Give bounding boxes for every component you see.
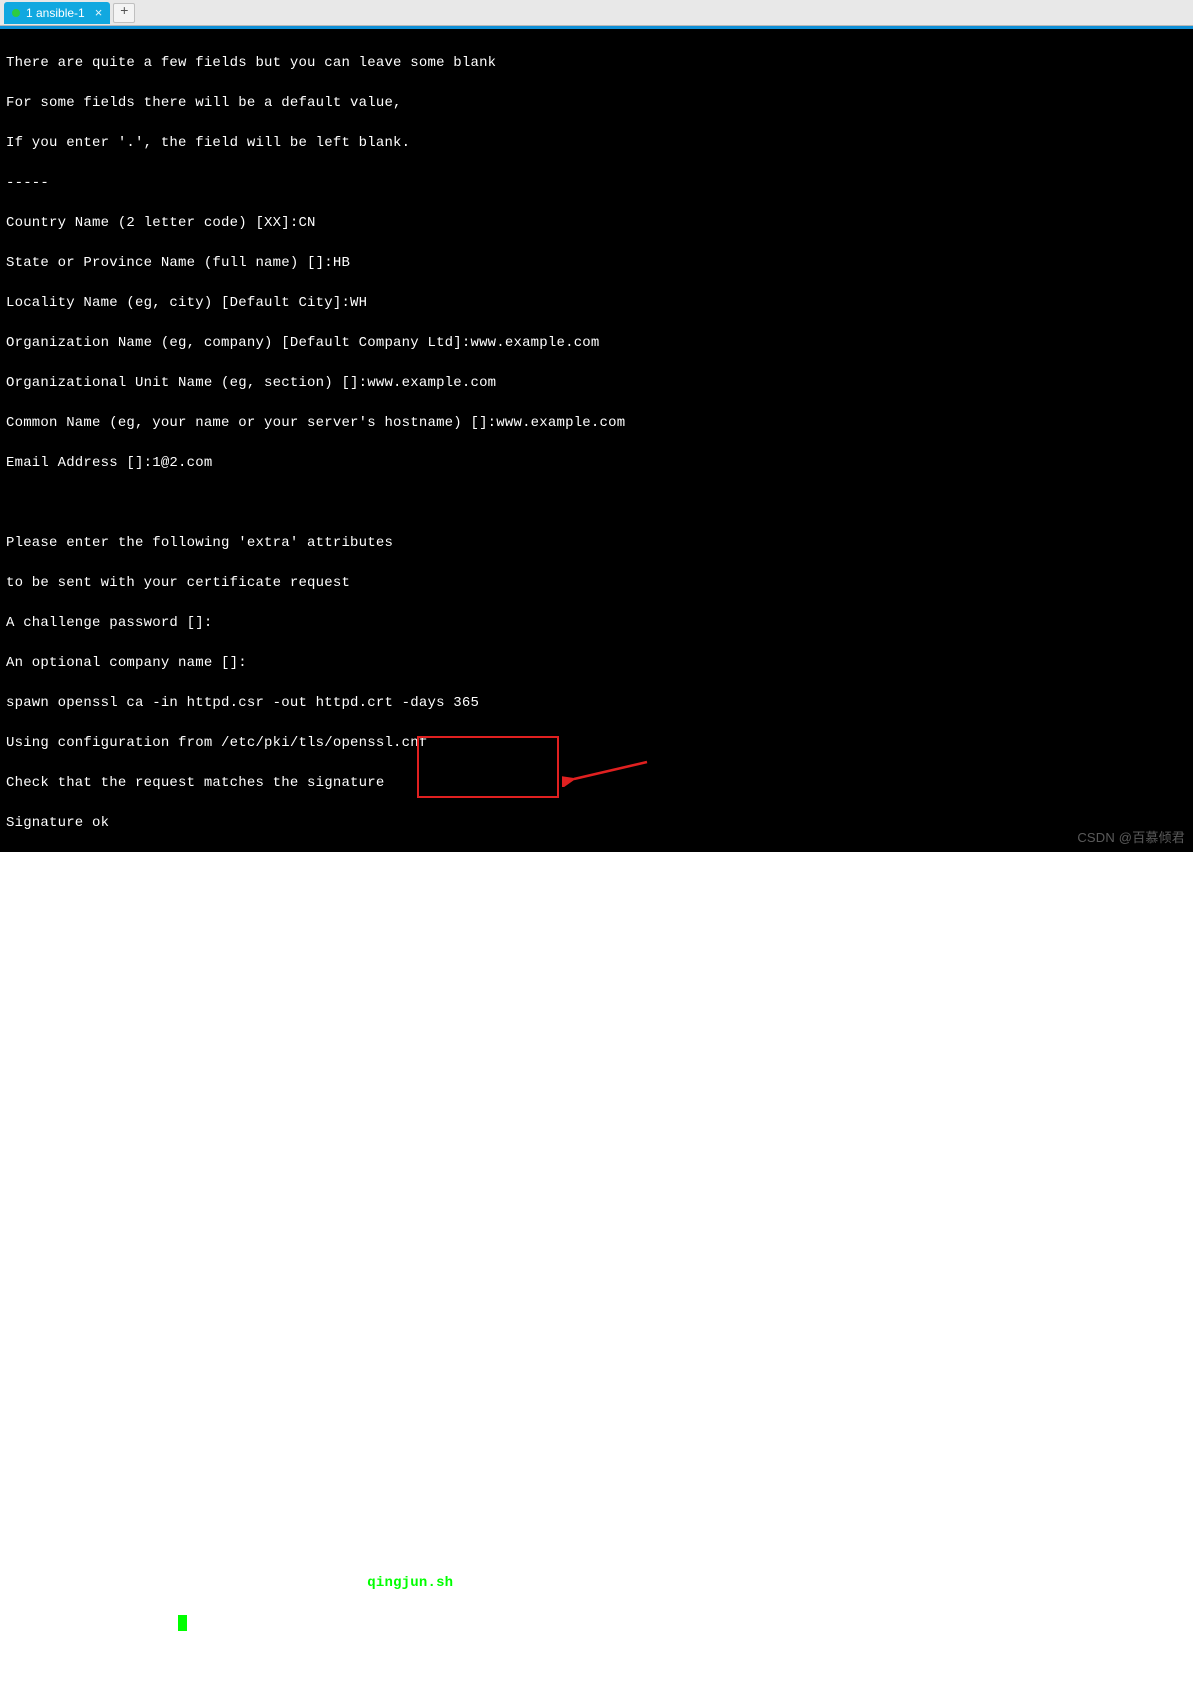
term-line: A challenge password []: bbox=[6, 615, 212, 631]
term-line: [root@localhost ~]# ll bbox=[6, 1335, 195, 1351]
term-line: For some fields there will be a default … bbox=[6, 95, 402, 111]
term-prompt-line: [root@localhost ~]# bbox=[6, 1615, 187, 1631]
term-line: -rw-r--r-- 1 root root 1058 Jun 7 02:32 … bbox=[6, 1495, 445, 1511]
term-line: Signature ok bbox=[6, 815, 109, 831]
term-line: State or Province Name (full name) []:HB bbox=[6, 255, 350, 271]
term-line: to be sent with your certificate request bbox=[6, 575, 350, 591]
term-line: y bbox=[6, 1175, 15, 1191]
term-line: Organization Name (eg, company) [Default… bbox=[6, 335, 600, 351]
watermark: CSDN @百慕倾君 bbox=[1077, 828, 1185, 848]
term-line: Please enter the following 'extra' attri… bbox=[6, 535, 393, 551]
term-line: -rw------- 1 root root 1679 Jun 7 02:32 … bbox=[6, 1535, 445, 1551]
arrow-icon bbox=[562, 757, 652, 787]
term-prompt: [root@localhost ~]# bbox=[6, 1615, 178, 1631]
term-line: -rw-r--r-- 1 root root 0 Jun 7 02:32 htt… bbox=[6, 1455, 445, 1471]
term-line: Subject Name :/C=CN/ST=HB/O=www.example.… bbox=[6, 1135, 892, 1151]
tab-ansible-1[interactable]: 1 ansible-1 × bbox=[4, 2, 110, 24]
add-tab-button[interactable]: + bbox=[113, 3, 135, 23]
executable-file: qingjun.sh bbox=[367, 1575, 453, 1591]
term-line: Serial Number :01 bbox=[6, 1055, 152, 1071]
tab-bar: 1 ansible-1 × + bbox=[0, 0, 1193, 26]
term-line: ----- bbox=[6, 175, 49, 191]
term-line: Type :Valid bbox=[6, 975, 178, 991]
terminal-output[interactable]: There are quite a few fields but you can… bbox=[0, 29, 1193, 852]
term-line: File name :unknown bbox=[6, 1095, 195, 1111]
status-dot-icon bbox=[12, 9, 20, 17]
term-text: -rwxr-xr-x 1 root root 1549 Jun 7 02:10 bbox=[6, 1575, 367, 1591]
term-line: -rwxr-xr-x 1 root root 1549 Jun 7 02:10 … bbox=[6, 1575, 453, 1591]
term-line: Expires on :240605182955Z bbox=[6, 1015, 247, 1031]
term-line: Email Address []:1@2.com bbox=[6, 455, 212, 471]
tab-label: 1 ansible-1 bbox=[26, 6, 85, 20]
term-line: ERROR:Serial number 01 has already been … bbox=[6, 855, 410, 871]
term-line: while executing bbox=[6, 1255, 169, 1271]
cursor-icon bbox=[178, 1615, 187, 1631]
term-line: If you enter '.', the field will be left… bbox=[6, 135, 410, 151]
term-line: expect: spawn id exp6 not open bbox=[6, 1215, 264, 1231]
term-line: Common Name (eg, your name or your serve… bbox=[6, 415, 625, 431]
highlight-box bbox=[417, 736, 559, 798]
term-line: Using configuration from /etc/pki/tls/op… bbox=[6, 735, 427, 751]
term-line: The matching entry has the following det… bbox=[6, 935, 384, 951]
term-line: Country Name (2 letter code) [XX]:CN bbox=[6, 215, 316, 231]
term-line: There are quite a few fields but you can… bbox=[6, 55, 496, 71]
close-icon[interactable]: × bbox=[95, 5, 103, 20]
term-line: check the database/serial_file for corru… bbox=[6, 895, 445, 911]
term-line: "expect eof" bbox=[6, 1295, 109, 1311]
term-line: total 16 bbox=[6, 1375, 75, 1391]
term-line: Organizational Unit Name (eg, section) [… bbox=[6, 375, 496, 391]
term-line: An optional company name []: bbox=[6, 655, 247, 671]
term-line: spawn openssl ca -in httpd.csr -out http… bbox=[6, 695, 479, 711]
term-line: Check that the request matches the signa… bbox=[6, 775, 384, 791]
term-line: -rw-------. 1 root root 1246 May 30 01:4… bbox=[6, 1415, 496, 1431]
term-line: Locality Name (eg, city) [Default City]:… bbox=[6, 295, 367, 311]
